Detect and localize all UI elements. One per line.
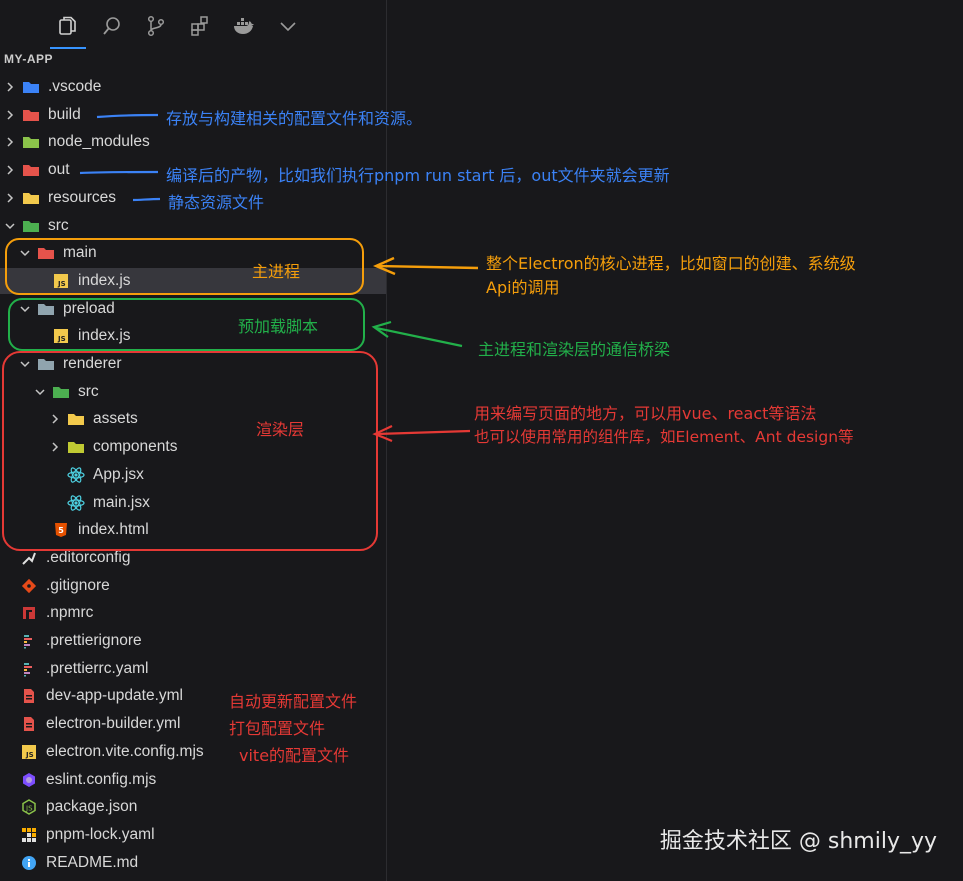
main-annotation-box	[5, 238, 364, 295]
folder-icon	[22, 79, 40, 95]
chevron-right-icon[interactable]	[4, 109, 16, 121]
tree-item-label: electron-builder.yml	[46, 715, 181, 733]
watermark: 掘金技术社区 @ shmily_yy	[659, 829, 937, 854]
prettier-file-icon	[20, 661, 38, 677]
renderer-description-line1: 用来编写页面的地方，可以用vue、react等语法	[474, 404, 817, 423]
eslint-file-icon	[20, 772, 38, 788]
tree-item-label: resources	[48, 188, 117, 206]
tree-item[interactable]: pnpm-lock.yaml	[0, 822, 386, 848]
js-file-icon: JS	[20, 744, 38, 760]
tree-item-label: node_modules	[48, 133, 150, 151]
folder-icon	[22, 107, 40, 123]
tree-item[interactable]: .prettierrc.yaml	[0, 656, 386, 682]
renderer-annotation-box	[2, 351, 378, 551]
extensions-icon[interactable]	[178, 7, 222, 45]
main-description-line2: Api的调用	[486, 278, 560, 297]
chevron-down-icon[interactable]	[4, 220, 16, 232]
tree-item[interactable]: .npmrc	[0, 600, 386, 626]
main-box-label: 主进程	[252, 262, 301, 281]
folder-icon	[22, 190, 40, 206]
tree-item-label: pnpm-lock.yaml	[46, 825, 155, 843]
tree-item-label: src	[48, 216, 69, 234]
tree-item-label: dev-app-update.yml	[46, 687, 183, 705]
npm-file-icon	[20, 605, 38, 621]
svg-text:JS: JS	[25, 751, 34, 759]
yaml-file-icon	[20, 688, 38, 704]
tree-item-label: .npmrc	[46, 604, 94, 622]
explorer-title: MY-APP	[4, 52, 54, 66]
renderer-description-line2: 也可以使用常用的组件库，如Element、Ant design等	[474, 428, 854, 446]
renderer-box-label: 渲染层	[256, 420, 305, 439]
info-file-icon	[20, 855, 38, 871]
folder-icon	[22, 218, 40, 234]
chevron-right-icon[interactable]	[4, 81, 16, 93]
tree-item-label: out	[48, 161, 70, 179]
tree-item[interactable]: JS package.json	[0, 794, 386, 820]
search-icon[interactable]	[90, 7, 134, 45]
yaml-file-icon	[20, 716, 38, 732]
tree-item[interactable]: .gitignore	[0, 573, 386, 599]
chevron-down-icon[interactable]	[266, 7, 310, 45]
activity-bar	[46, 6, 310, 49]
folder-icon	[22, 134, 40, 150]
tree-item-label: .prettierignore	[46, 632, 142, 649]
chevron-right-icon[interactable]	[4, 164, 16, 176]
chevron-right-icon[interactable]	[4, 192, 16, 204]
tree-item[interactable]: electron-builder.yml	[0, 711, 386, 737]
preload-box-label: 预加载脚本	[238, 317, 319, 336]
files-icon[interactable]	[46, 7, 90, 49]
chevron-right-icon[interactable]	[4, 136, 16, 148]
docker-icon[interactable]	[222, 7, 266, 45]
out-annotation: 编译后的产物，比如我们执行pnpm run start 后，out文件夹就会更新	[166, 166, 670, 185]
preload-description: 主进程和渲染层的通信桥梁	[478, 340, 671, 359]
tree-item[interactable]: .vscode	[0, 74, 386, 100]
prettier-file-icon	[20, 633, 38, 649]
resources-annotation: 静态资源文件	[168, 193, 265, 212]
tree-item-label: package.json	[46, 798, 138, 816]
tree-item[interactable]: eslint.config.mjs	[0, 767, 386, 793]
build-annotation: 存放与构建相关的配置文件和资源。	[166, 109, 423, 128]
git-file-icon	[20, 578, 38, 594]
tree-item-label: electron.vite.config.mjs	[46, 742, 204, 760]
tree-item[interactable]: node_modules	[0, 129, 386, 155]
pnpm-file-icon	[20, 827, 38, 843]
tree-item-label: .prettierrc.yaml	[46, 659, 149, 677]
editorconfig-file-icon	[20, 550, 38, 566]
tree-item-label: README.md	[46, 853, 139, 871]
electron-vite-annotation: vite的配置文件	[239, 746, 350, 765]
svg-text:JS: JS	[25, 805, 33, 813]
tree-item-label: build	[48, 105, 81, 123]
tree-item-label: .editorconfig	[46, 548, 131, 566]
electron-builder-annotation: 打包配置文件	[229, 719, 326, 738]
dev-app-update-annotation: 自动更新配置文件	[229, 692, 358, 711]
tree-item-label: .gitignore	[46, 576, 110, 594]
tree-item[interactable]: src	[0, 213, 386, 239]
tree-item[interactable]: .prettierignore	[0, 628, 386, 654]
main-description-line1: 整个Electron的核心进程，比如窗口的创建、系统级	[486, 254, 856, 273]
tree-item-label: .vscode	[48, 78, 102, 95]
tree-item-label: eslint.config.mjs	[46, 770, 157, 788]
source-control-icon[interactable]	[134, 7, 178, 45]
tree-item[interactable]: README.md	[0, 850, 386, 876]
folder-icon	[22, 162, 40, 178]
nodejs-file-icon: JS	[20, 799, 38, 816]
